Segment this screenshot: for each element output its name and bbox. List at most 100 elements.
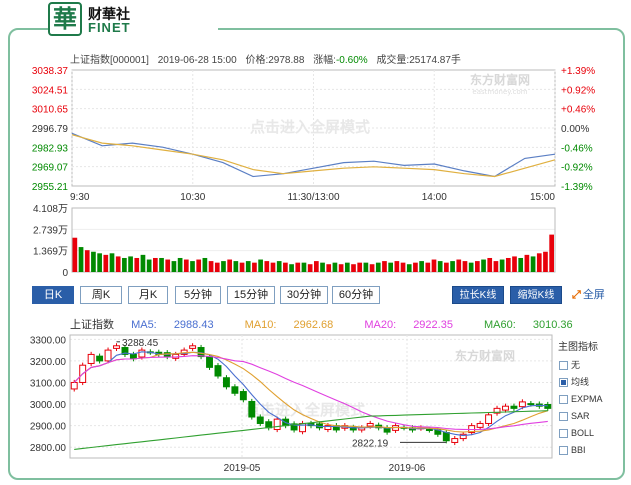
intraday-pct-tick: -1.39% [561, 182, 593, 193]
candle-body [527, 403, 535, 406]
volume-bar [320, 262, 325, 272]
kline-month-tick: 2019-06 [389, 463, 426, 474]
ma5-legend: MA5: 2988.43 [131, 319, 214, 331]
intraday-pct-tick: +0.92% [561, 85, 595, 96]
candle-body [87, 353, 95, 364]
volume-bar [245, 261, 251, 272]
volume-bar [363, 262, 369, 272]
ma20-legend: MA20: 2922.35 [364, 319, 453, 331]
volume-bar [462, 261, 468, 272]
indicator-option[interactable]: 无 [555, 358, 617, 375]
candle-body [502, 405, 509, 411]
volume-bar [78, 247, 84, 272]
intraday-pct-tick: -0.46% [561, 143, 593, 154]
shorten-kline-button[interactable]: 缩短K线 [510, 286, 562, 304]
lengthen-kline-button[interactable]: 拉长K线 [452, 286, 504, 304]
tab-周K[interactable]: 周K [80, 286, 122, 304]
ma60-legend: MA60: 3010.36 [484, 319, 573, 331]
indicator-option[interactable]: 均线 [555, 375, 617, 392]
volume-bar [295, 262, 301, 272]
indicator-checkbox[interactable] [559, 378, 568, 388]
volume-bar [146, 259, 152, 272]
volume-bar [481, 259, 486, 272]
volume-bar [128, 256, 133, 272]
volume-tick: 0 [62, 268, 68, 279]
intraday-time-tick: 10:30 [180, 192, 205, 203]
volume-bar [103, 254, 109, 272]
volume-bar [72, 237, 78, 272]
volume-bar [289, 264, 294, 272]
intraday-price-tick: 3038.37 [32, 66, 69, 77]
indicator-checkbox[interactable] [559, 429, 568, 439]
indicator-checkbox[interactable] [559, 361, 568, 371]
intraday-time-tick: 9:30 [70, 192, 90, 203]
volume-bar [115, 256, 121, 272]
indicator-checkbox[interactable] [559, 395, 568, 405]
indicator-option[interactable]: BOLL [555, 426, 617, 443]
volume-bar [357, 262, 363, 272]
indicator-option-label: BOLL [571, 428, 595, 438]
volume-bar [536, 253, 542, 272]
indicator-option[interactable]: SAR [555, 409, 617, 426]
indicator-option-label: EXPMA [571, 394, 603, 404]
watermark-brand-en: eastmoney.com [472, 88, 527, 96]
volume-bar [239, 262, 245, 272]
volume-bar [468, 262, 474, 272]
volume-bar [326, 264, 332, 272]
candle-body [138, 349, 146, 358]
candle-body [96, 355, 104, 362]
intraday-pct-tick: +0.46% [561, 105, 595, 116]
intraday-pct-tick: 0.00% [561, 124, 589, 135]
volume-bar [252, 262, 257, 272]
intraday-price-tick: 2955.21 [32, 182, 69, 193]
volume-bar [419, 261, 424, 272]
tab-15分钟[interactable]: 15分钟 [227, 286, 275, 304]
volume-bar [221, 261, 226, 272]
volume-bar [369, 264, 375, 272]
volume-bar [475, 261, 480, 272]
tab-60分钟[interactable]: 60分钟 [332, 286, 380, 304]
candle-body [425, 429, 433, 432]
candle-body [518, 401, 526, 408]
candle-body [214, 365, 222, 377]
volume-bar [214, 262, 220, 272]
volume-bar [122, 257, 127, 272]
fullscreen-icon: ⤢ [572, 289, 581, 301]
volume-bar [307, 264, 313, 272]
indicator-checkbox[interactable] [559, 446, 568, 456]
indicator-option-label: 均线 [571, 377, 590, 387]
watermark-fullscreen: 点击进入全屏模式 [250, 118, 370, 136]
volume-bar [524, 254, 530, 272]
tab-5分钟[interactable]: 5分钟 [175, 286, 221, 304]
ma-legend-index: 上证指数 [70, 319, 114, 331]
intraday-pct-tick: +1.39% [561, 66, 595, 77]
tab-30分钟[interactable]: 30分钟 [280, 286, 328, 304]
fullscreen-button[interactable]: ⤢ 全屏 [572, 286, 605, 304]
volume-bar [549, 234, 554, 272]
volume-tick: 2.739万 [33, 225, 68, 236]
volume-bar [493, 261, 499, 272]
candle-body [231, 386, 239, 394]
chart-canvas[interactable]: 3038.37 +1.39% 3024.51 +0.92% 3010.65 +0.46% 2… [0, 0, 631, 485]
candle-body [113, 345, 120, 349]
indicator-panel-title: 主图指标 [558, 342, 598, 353]
kline-month-tick: 2019-05 [224, 463, 261, 474]
volume-tick: 1.369万 [33, 247, 68, 258]
volume-bar [84, 250, 90, 272]
volume-bar [177, 257, 183, 272]
intraday-pct-tick: -0.92% [561, 163, 593, 174]
candle-body [273, 418, 281, 431]
volume-bar [487, 257, 493, 272]
volume-tick: 4.108万 [33, 204, 68, 215]
intraday-price-tick: 2996.79 [32, 124, 69, 135]
kline-price-tick: 3100.00 [30, 378, 67, 389]
indicator-option[interactable]: BBI [555, 443, 617, 460]
tab-月K[interactable]: 月K [128, 286, 168, 304]
candle-body [104, 349, 112, 362]
candle-body [70, 381, 78, 390]
indicator-option[interactable]: EXPMA [555, 392, 617, 409]
indicator-checkbox[interactable] [559, 412, 568, 422]
volume-bar [134, 257, 140, 272]
tab-日K[interactable]: 日K [32, 286, 74, 304]
volume-bar [91, 251, 96, 272]
